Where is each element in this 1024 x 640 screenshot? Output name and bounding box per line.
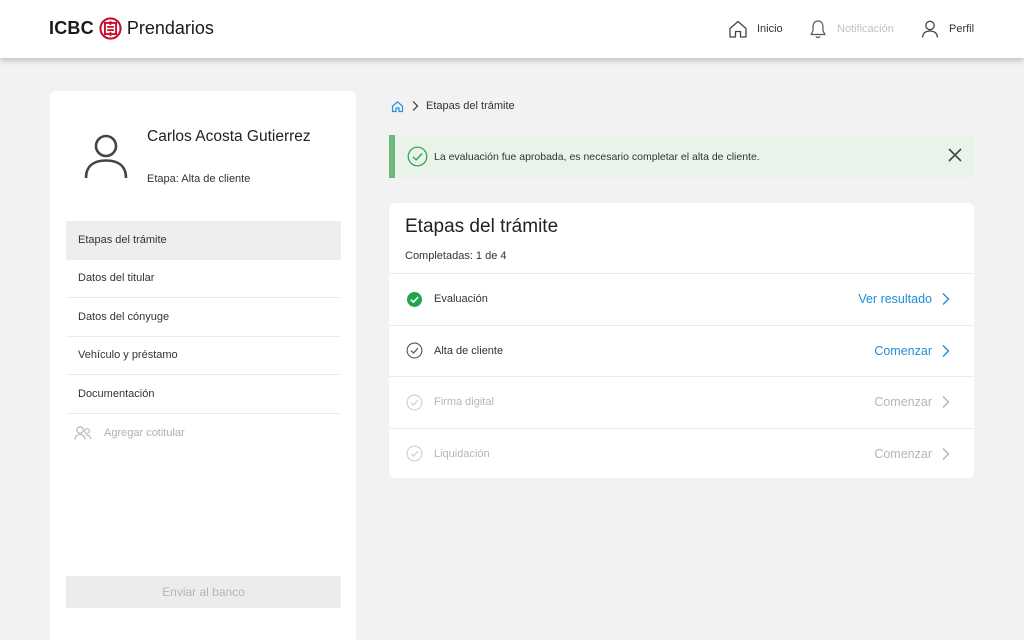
step-firma-digital: Firma digital Comenzar: [389, 376, 974, 428]
ver-resultado-link[interactable]: Ver resultado: [858, 274, 950, 325]
icbc-logo[interactable]: ICBC Prendarios: [49, 16, 214, 40]
close-icon[interactable]: [946, 146, 964, 164]
step-action-label: Comenzar: [874, 446, 932, 461]
step-name: Liquidación: [434, 447, 490, 460]
step-liquidacion: Liquidación Comenzar: [389, 427, 974, 480]
step-name: Alta de cliente: [434, 344, 504, 357]
steps-card: Etapas del trámite Completadas: 1 de 4 E…: [389, 203, 974, 478]
step-name: Firma digital: [434, 396, 494, 409]
send-to-bank-button[interactable]: Enviar al banco: [66, 576, 341, 608]
sidebar-panel: Carlos Acosta Gutierrez Etapa: Alta de c…: [50, 91, 356, 640]
logo-wordmark: ICBC: [49, 17, 94, 38]
chevron-right-icon: [942, 396, 950, 409]
nav-notificacion-label: Notificación: [837, 23, 894, 35]
check-outline-icon: [406, 445, 423, 462]
nav-inicio-label: Inicio: [757, 23, 783, 35]
user-name: Carlos Acosta Gutierrez: [147, 128, 311, 145]
user-stage: Etapa: Alta de cliente: [147, 173, 251, 185]
sidebar-item-datos-conyuge[interactable]: Datos del cónyuge: [66, 298, 341, 337]
user-icon: [921, 20, 939, 38]
step-action-label: Comenzar: [874, 395, 932, 410]
check-filled-icon: [407, 291, 422, 307]
sidebar-item-label: Vehículo y préstamo: [78, 349, 178, 362]
alert-message: La evaluación fue aprobada, es necesario…: [434, 150, 760, 163]
breadcrumb: Etapas del trámite: [391, 98, 515, 114]
user-avatar-icon: [84, 134, 128, 179]
sidebar-item-datos-titular[interactable]: Datos del titular: [66, 260, 341, 298]
nav-inicio[interactable]: Inicio: [727, 17, 783, 41]
sidebar-menu: Etapas del trámite Datos del titular Dat…: [66, 221, 341, 452]
card-title: Etapas del trámite: [405, 216, 559, 237]
breadcrumb-home-icon[interactable]: [391, 100, 404, 113]
sidebar-item-vehiculo[interactable]: Vehículo y préstamo: [66, 337, 341, 375]
comenzar-firma-link[interactable]: Comenzar: [874, 377, 950, 428]
bell-icon: [810, 20, 826, 39]
chevron-right-icon: [942, 344, 950, 357]
sidebar-item-label: Datos del titular: [78, 272, 155, 285]
step-evaluacion: Evaluación Ver resultado: [389, 273, 974, 325]
top-header: ICBC Prendarios Inicio Notificación Perf…: [0, 0, 1024, 58]
sidebar-item-label: Etapas del trámite: [78, 233, 167, 246]
add-cotitular-button[interactable]: Agregar cotitular: [66, 414, 341, 453]
success-alert: La evaluación fue aprobada, es necesario…: [389, 135, 974, 178]
nav-perfil-label: Perfil: [949, 23, 975, 35]
sidebar-item-label: Documentación: [78, 387, 155, 400]
sidebar-item-documentacion[interactable]: Documentación: [66, 375, 341, 414]
add-cotitular-label: Agregar cotitular: [104, 426, 185, 439]
sidebar-item-etapas[interactable]: Etapas del trámite: [66, 221, 341, 260]
step-action-label: Comenzar: [874, 343, 932, 358]
chevron-right-icon: [942, 293, 950, 306]
icbc-seal-icon: [99, 16, 122, 40]
nav-notificacion[interactable]: Notificación: [807, 17, 894, 41]
nav-perfil[interactable]: Perfil: [919, 17, 974, 41]
add-user-icon: [74, 425, 92, 440]
step-name: Evaluación: [434, 293, 488, 306]
breadcrumb-current: Etapas del trámite: [426, 100, 515, 112]
home-icon: [729, 20, 747, 38]
check-outline-icon: [406, 394, 423, 411]
check-outline-icon: [406, 342, 423, 359]
steps-list: Evaluación Ver resultado Alta de cliente…: [389, 273, 974, 479]
comenzar-liquidacion-link[interactable]: Comenzar: [874, 429, 950, 480]
logo-product-name: Prendarios: [126, 17, 214, 38]
step-alta-cliente: Alta de cliente Comenzar: [389, 324, 974, 377]
sidebar-item-label: Datos del cónyuge: [78, 310, 170, 323]
comenzar-alta-link[interactable]: Comenzar: [874, 326, 950, 377]
check-circle-icon: [407, 146, 428, 167]
chevron-right-icon: [942, 447, 950, 460]
step-action-label: Ver resultado: [858, 292, 932, 307]
chevron-right-icon: [412, 101, 419, 111]
completed-count: Completadas: 1 de 4: [405, 250, 507, 262]
